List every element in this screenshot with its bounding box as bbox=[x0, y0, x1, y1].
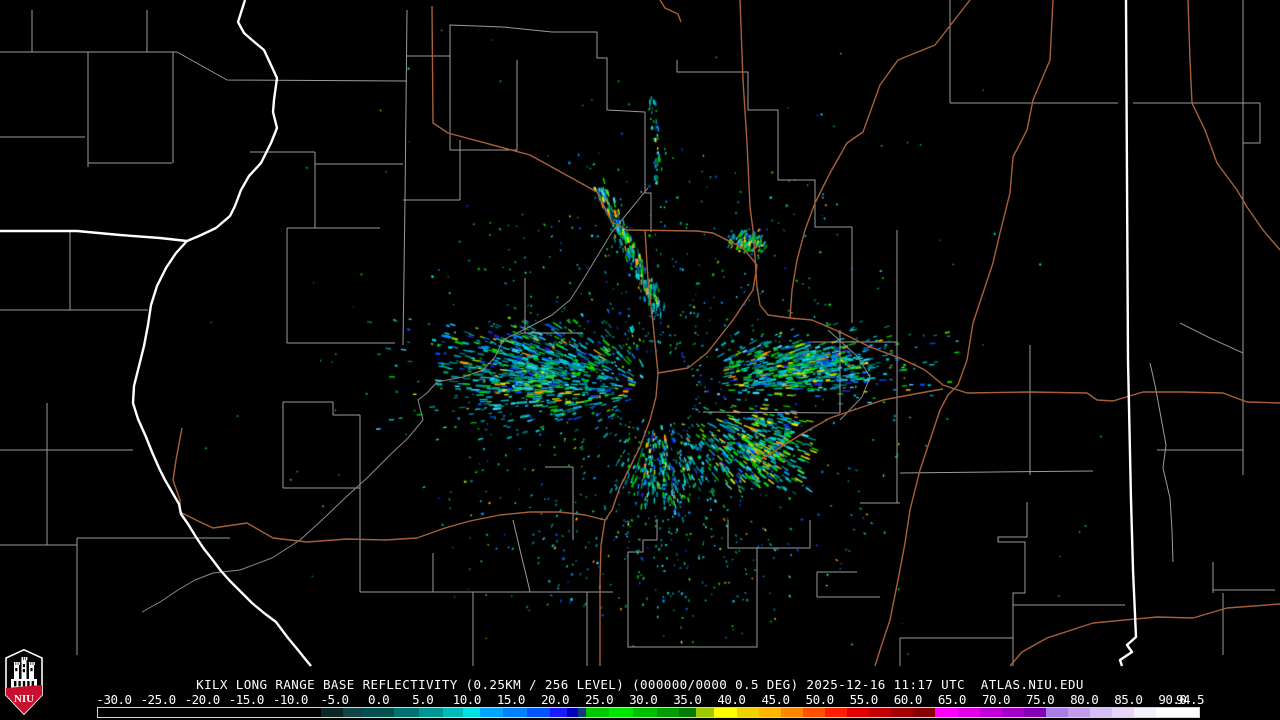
colorbar-segment bbox=[361, 708, 394, 717]
scale-tick-label: 5.0 bbox=[412, 692, 434, 707]
colorbar-segment bbox=[526, 708, 550, 717]
colorbar-segment bbox=[342, 708, 362, 717]
colorbar-segment bbox=[957, 708, 980, 717]
colorbar-segment bbox=[632, 708, 657, 717]
reflectivity-colorbar bbox=[97, 707, 1200, 718]
scale-tick-label: 50.0 bbox=[805, 692, 835, 707]
scale-tick-label: -30.0 bbox=[96, 692, 132, 707]
colorbar-segment bbox=[1155, 708, 1199, 717]
scale-tick-label: 25.0 bbox=[585, 692, 614, 707]
colorbar-segment bbox=[934, 708, 958, 717]
colorbar-segment bbox=[549, 708, 567, 717]
niu-logo: NIU bbox=[5, 649, 43, 715]
base-map-layer bbox=[0, 0, 1280, 667]
colorbar-segment bbox=[566, 708, 578, 717]
scale-tick-label: 65.0 bbox=[937, 692, 967, 707]
colorbar-segment bbox=[1023, 708, 1046, 717]
product-caption: KILX LONG RANGE BASE REFLECTIVITY (0.25K… bbox=[196, 677, 1084, 692]
colorbar-segment bbox=[758, 708, 781, 717]
colorbar-segment bbox=[577, 708, 586, 717]
colorbar-segment bbox=[713, 708, 737, 717]
colorbar-segment bbox=[479, 708, 503, 717]
colorbar-segment bbox=[1067, 708, 1090, 717]
scale-tick-label: -5.0 bbox=[320, 692, 349, 707]
colorbar-segment bbox=[502, 708, 527, 717]
colorbar-segment bbox=[802, 708, 825, 717]
colorbar-segment bbox=[462, 708, 480, 717]
colorbar-segment bbox=[585, 708, 609, 717]
colorbar-segment bbox=[418, 708, 443, 717]
colorbar-segment bbox=[1133, 708, 1156, 717]
colorbar-segment bbox=[320, 708, 343, 717]
colorbar-segment bbox=[979, 708, 1002, 717]
scale-tick-label: 85.0 bbox=[1114, 692, 1143, 707]
colorbar-segment bbox=[780, 708, 803, 717]
colorbar-segment bbox=[695, 708, 714, 717]
scale-tick-label: 40.0 bbox=[717, 692, 746, 707]
colorbar-segment bbox=[736, 708, 759, 717]
scale-tick-label: 94.5 bbox=[1175, 692, 1205, 707]
colorbar-segment bbox=[1111, 708, 1134, 717]
niu-logo-text: NIU bbox=[14, 693, 34, 705]
scale-tick-label: -20.0 bbox=[184, 692, 221, 707]
scale-tick-label: 45.0 bbox=[761, 692, 790, 707]
scale-tick-label: 15.0 bbox=[496, 692, 526, 707]
colorbar-segment bbox=[608, 708, 633, 717]
scale-tick-label: -15.0 bbox=[228, 692, 265, 707]
colorbar-segment bbox=[1089, 708, 1112, 717]
scale-tick-label: 60.0 bbox=[893, 692, 923, 707]
scale-tick-label: -10.0 bbox=[272, 692, 309, 707]
scale-tick-label: 35.0 bbox=[673, 692, 702, 707]
colorbar-segment bbox=[890, 708, 913, 717]
scale-tick-label: 30.0 bbox=[629, 692, 658, 707]
scale-tick-label: 75.0 bbox=[1026, 692, 1055, 707]
colorbar-segment bbox=[1045, 708, 1068, 717]
colorbar-segment bbox=[824, 708, 847, 717]
colorbar-segment bbox=[912, 708, 935, 717]
colorbar-segment bbox=[1001, 708, 1024, 717]
scale-tick-label: 80.0 bbox=[1070, 692, 1099, 707]
scale-tick-label: 70.0 bbox=[981, 692, 1011, 707]
radar-display: KILX LONG RANGE BASE REFLECTIVITY (0.25K… bbox=[0, 0, 1280, 720]
scale-tick-label: 10.0 bbox=[452, 692, 482, 707]
scale-tick-label: 55.0 bbox=[849, 692, 879, 707]
colorbar-scale-labels: -30.0 -25.0 -20.0 -15.0 -10.0 -5.0 0.0 5.0 10.0 1… bbox=[0, 692, 1280, 707]
colorbar-segment bbox=[868, 708, 891, 717]
colorbar-segment bbox=[656, 708, 679, 717]
scale-tick-label: -25.0 bbox=[140, 692, 177, 707]
colorbar-segment bbox=[678, 708, 696, 717]
colorbar-segment bbox=[393, 708, 419, 717]
colorbar-segment bbox=[442, 708, 463, 717]
scale-tick-label: 0.0 bbox=[368, 692, 390, 707]
colorbar-below-zero-segment bbox=[98, 708, 321, 717]
scale-tick-label: 20.0 bbox=[540, 692, 570, 707]
colorbar-segment bbox=[846, 708, 869, 717]
